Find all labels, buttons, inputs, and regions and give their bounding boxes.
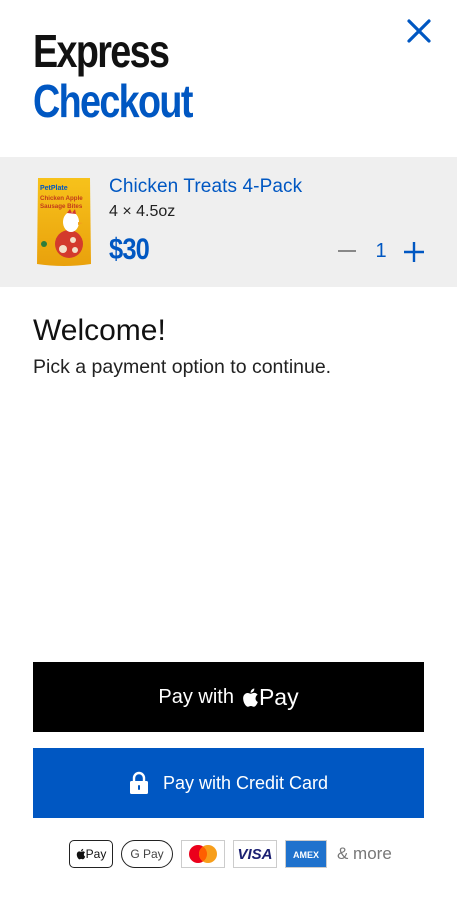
google-pay-badge-label: G Pay [130, 847, 164, 861]
visa-badge: VISA [233, 840, 277, 868]
product-price: $30 [109, 233, 150, 266]
more-payment-methods-text: & more [337, 844, 392, 863]
accepted-payment-methods: Pay G Pay VISA AMEX & more [69, 839, 392, 869]
apple-icon [243, 688, 258, 707]
amex-icon: AMEX [286, 841, 326, 867]
title-line-checkout: Checkout [33, 75, 193, 127]
page-title: Express Checkout [33, 25, 193, 127]
lock-icon [129, 771, 148, 794]
cart-item: PetPlate Chicken Apple Sausage Bites Chi… [0, 157, 457, 287]
amex-logo-text: AMEX [293, 850, 319, 860]
product-image: PetPlate Chicken Apple Sausage Bites [37, 178, 91, 266]
increase-quantity-button[interactable] [402, 240, 426, 264]
svg-text:Chicken Apple Sausage Bi: Chicken Apple Sausage Bites [40, 195, 84, 210]
welcome-subtitle: Pick a payment option to continue. [33, 356, 332, 378]
apple-pay-button[interactable]: Pay with Pay [33, 662, 424, 732]
apple-pay-wordmark: Pay [258, 683, 299, 710]
package-brand: PetPlate [40, 185, 68, 192]
apple-pay-label: Pay with [158, 685, 234, 708]
mastercard-badge [181, 840, 225, 868]
title-line-express: Express [33, 25, 170, 77]
mastercard-icon [189, 845, 217, 863]
close-icon [407, 19, 431, 43]
apple-pay-badge: Pay [69, 840, 113, 868]
product-size: 4 × 4.5oz [109, 203, 176, 220]
welcome-heading: Welcome! [33, 314, 166, 347]
product-name: Chicken Treats 4-Pack [109, 176, 303, 197]
apple-pay-logo: Pay [242, 684, 299, 711]
credit-card-button[interactable]: Pay with Credit Card [33, 748, 424, 818]
apple-logo-icon [76, 848, 85, 860]
amex-badge: AMEX [285, 840, 327, 868]
decrease-quantity-button[interactable] [336, 240, 358, 262]
apple-pay-badge-label: Pay [85, 847, 107, 861]
quantity-value: 1 [375, 240, 387, 262]
close-button[interactable] [404, 16, 434, 46]
google-pay-badge: G Pay [121, 840, 173, 868]
plus-icon [404, 242, 424, 262]
minus-icon [338, 250, 356, 252]
credit-card-label: Pay with Credit Card [162, 772, 329, 793]
